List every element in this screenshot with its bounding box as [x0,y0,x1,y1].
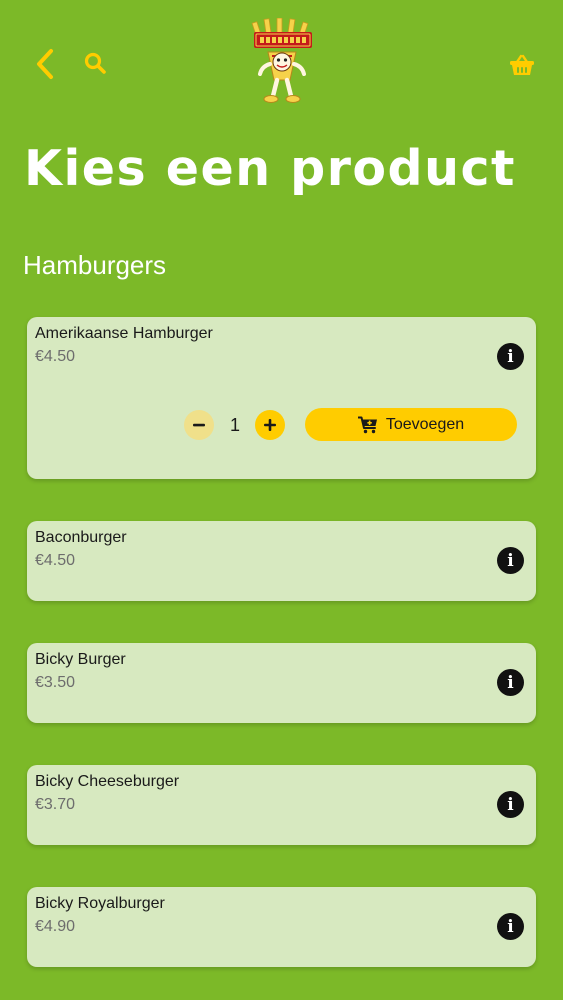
cart-plus-icon [357,416,377,433]
info-button[interactable]: i [497,791,524,818]
quantity-value: 1 [229,415,240,435]
info-icon: i [507,346,514,367]
decrease-quantity-button[interactable] [184,410,214,440]
page-title: Kies een product [24,140,516,197]
product-name: Baconburger [35,529,127,546]
minus-icon [193,423,205,427]
product-name: Bicky Cheeseburger [35,773,180,790]
info-button[interactable]: i [497,913,524,940]
product-price: €4.50 [35,552,76,569]
product-card[interactable]: Baconburger €4.50 i [27,521,536,601]
plus-icon [264,419,276,431]
product-name: Bicky Burger [35,651,126,668]
info-button[interactable]: i [497,669,524,696]
product-price: €4.90 [35,918,76,935]
product-card[interactable]: Bicky Burger €3.50 i [27,643,536,723]
info-button[interactable]: i [497,343,524,370]
info-icon: i [507,916,514,937]
product-name: Amerikaanse Hamburger [35,325,213,342]
chevron-left-icon [37,49,53,79]
basket-button[interactable] [504,48,540,82]
add-to-cart-button[interactable]: Toevoegen [305,408,517,441]
back-button[interactable] [28,44,62,84]
info-icon: i [507,550,514,571]
info-icon: i [507,794,514,815]
search-icon [84,52,106,74]
top-bar [0,0,563,120]
product-price: €3.70 [35,796,76,813]
quantity-row: 1 Toevoegen [182,408,522,442]
frituur-mascot-logo-icon [251,17,312,103]
product-price: €3.50 [35,674,76,691]
product-list-screen: Kies een product Hamburgers Amerikaanse … [0,0,563,1000]
logo [246,17,318,106]
increase-quantity-button[interactable] [255,410,285,440]
category-title: Hamburgers [23,250,167,280]
search-button[interactable] [78,46,112,80]
product-price: €4.50 [35,348,76,365]
info-button[interactable]: i [497,547,524,574]
product-card[interactable]: Bicky Cheeseburger €3.70 i [27,765,536,845]
product-name: Bicky Royalburger [35,895,165,912]
shopping-basket-icon [510,54,534,75]
info-icon: i [507,672,514,693]
product-card[interactable]: Amerikaanse Hamburger €4.50 i 1 Toevoege… [27,317,536,479]
add-to-cart-label: Toevoegen [385,415,465,433]
product-card[interactable]: Bicky Royalburger €4.90 i [27,887,536,967]
